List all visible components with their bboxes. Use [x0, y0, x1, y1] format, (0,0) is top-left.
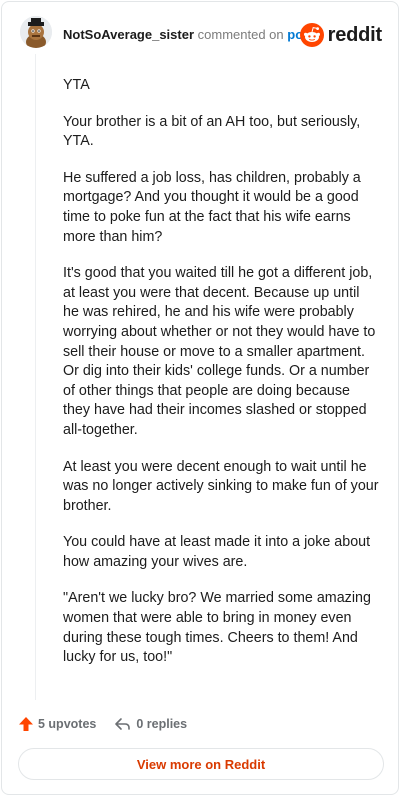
reply-button[interactable]: 0 replies [114, 716, 187, 732]
view-more-on-reddit-button[interactable]: View more on Reddit [18, 748, 384, 780]
comment-actions: 5 upvotes 0 replies [18, 714, 187, 734]
reply-arrow-icon [115, 718, 131, 730]
upvote-count: 5 upvotes [38, 717, 97, 731]
upvote-arrow-icon [19, 717, 33, 731]
username-link[interactable]: NotSoAverage_sister [63, 27, 194, 42]
comment-body: YTA Your brother is a bit of an AH too, … [63, 76, 379, 685]
comment-paragraph: He suffered a job loss, has children, pr… [63, 169, 361, 245]
comment-paragraph: At least you were decent enough to wait … [63, 458, 379, 514]
comment-paragraph: You could have at least made it into a j… [63, 534, 371, 570]
comment-embed-card: NotSoAverage_sister commented on post re… [1, 1, 399, 795]
reddit-brand[interactable]: reddit [299, 22, 383, 48]
thread-line [35, 54, 36, 700]
user-avatar[interactable] [20, 16, 52, 48]
reply-count: 0 replies [136, 717, 188, 731]
comment-paragraph: Your brother is a bit of an AH too, but … [63, 113, 361, 150]
comment-header: NotSoAverage_sister commented on post re… [2, 2, 398, 66]
comment-paragraph: It's good that you waited till he got a … [63, 265, 376, 438]
comment-paragraph: YTA [63, 77, 90, 93]
reddit-snoo-icon [299, 23, 324, 47]
comment-paragraph: "Aren't we lucky bro? We married some am… [63, 590, 371, 666]
reddit-wordmark: reddit [327, 23, 383, 46]
upvote-button[interactable]: 5 upvotes [18, 716, 96, 732]
user-avatar-icon [20, 16, 52, 48]
comment-meta: NotSoAverage_sister commented on post [63, 27, 315, 43]
commented-on-text: commented on [197, 27, 284, 42]
